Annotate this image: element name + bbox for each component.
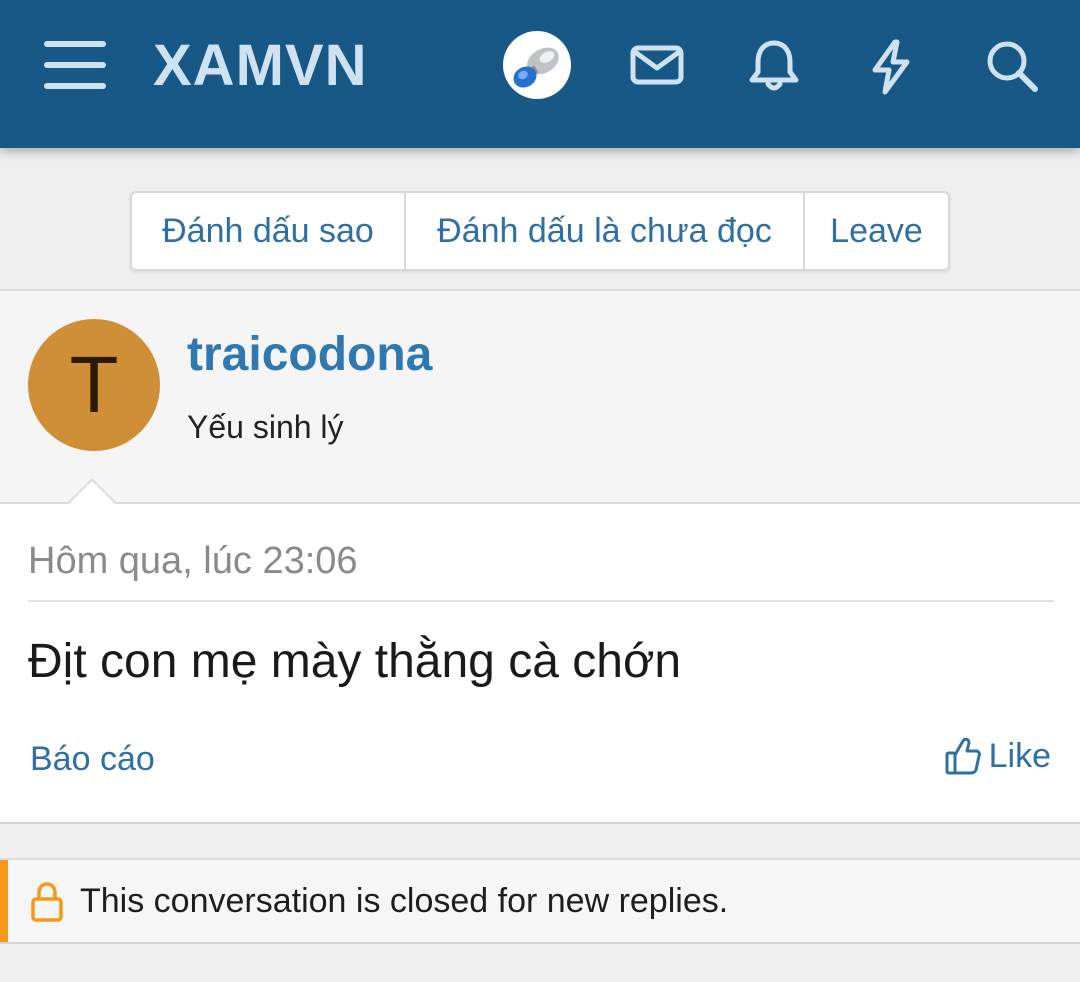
top-nav-bar: XAMVN <box>0 0 1080 148</box>
username-link[interactable]: traicodona <box>187 327 432 382</box>
message-body: Hôm qua, lúc 23:06 Địt con mẹ mày thằng … <box>0 502 1080 824</box>
avatar[interactable]: T <box>28 319 160 451</box>
message-timestamp[interactable]: Hôm qua, lúc 23:06 <box>28 540 358 583</box>
mail-icon[interactable] <box>627 36 687 96</box>
like-label: Like <box>988 736 1051 775</box>
scrolled-content-edge <box>0 148 1080 162</box>
notice-accent-bar <box>0 860 8 942</box>
menu-icon[interactable] <box>44 41 106 89</box>
conversation-actions: Đánh dấu sao Đánh dấu là chưa đọc Leave <box>130 191 950 271</box>
divider <box>28 600 1054 602</box>
user-avatar[interactable] <box>503 31 571 99</box>
search-icon[interactable] <box>982 36 1042 96</box>
avatar-image <box>513 47 559 88</box>
user-title: Yếu sinh lý <box>187 409 344 445</box>
star-button[interactable]: Đánh dấu sao <box>132 193 404 269</box>
message-text: Địt con mẹ mày thằng cà chớn <box>28 635 682 688</box>
like-button[interactable]: Like <box>945 736 1051 776</box>
leave-button[interactable]: Leave <box>803 193 948 269</box>
site-logo[interactable]: XAMVN <box>153 34 367 98</box>
mark-unread-button[interactable]: Đánh dấu là chưa đọc <box>404 193 803 269</box>
message-user-info: T traicodona Yếu sinh lý <box>0 289 1080 503</box>
thumbs-up-icon <box>945 737 981 775</box>
bolt-icon[interactable] <box>861 36 921 96</box>
notice-text: This conversation is closed for new repl… <box>80 882 729 920</box>
lock-icon <box>31 882 63 922</box>
message-arrow-fill <box>68 481 116 505</box>
report-link[interactable]: Báo cáo <box>30 740 155 779</box>
bell-icon[interactable] <box>744 36 804 96</box>
closed-notice: This conversation is closed for new repl… <box>0 858 1080 944</box>
